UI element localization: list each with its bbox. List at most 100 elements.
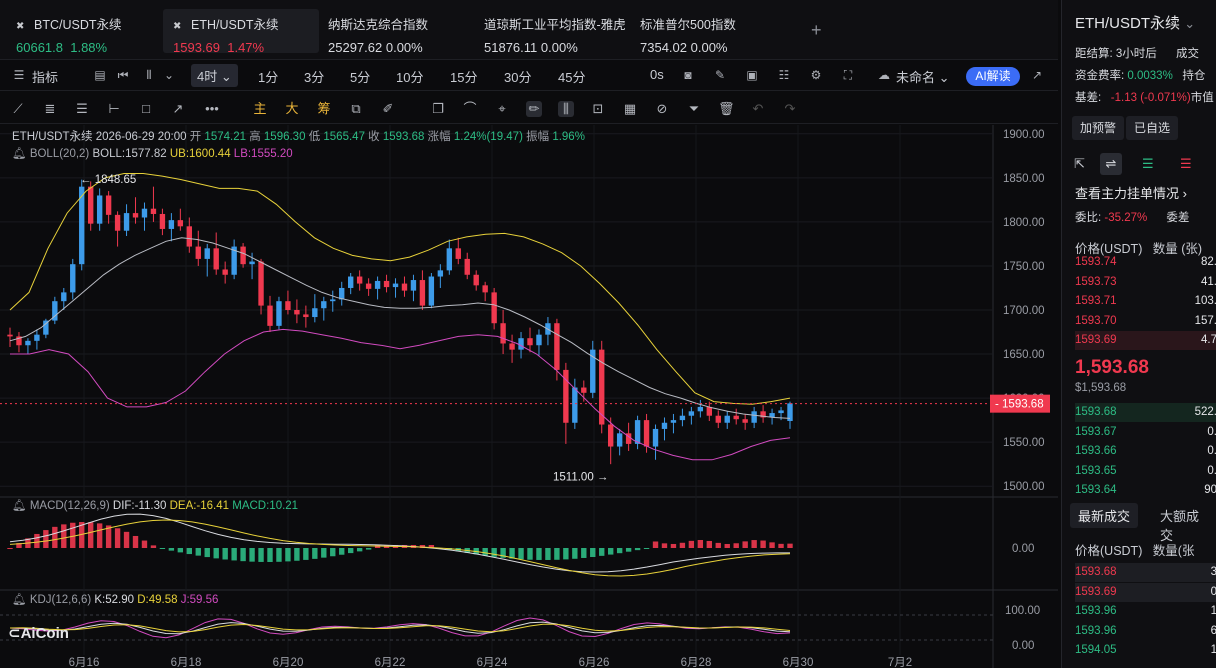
ask-row[interactable]: 1593.70 157.: [1075, 312, 1216, 331]
add-alert-button[interactable]: 加预警: [1072, 116, 1125, 140]
chevron-down-icon[interactable]: ⌄: [1184, 16, 1195, 31]
layout-icon[interactable]: ☷: [777, 68, 791, 82]
fullscreen-icon[interactable]: ⛶: [841, 68, 855, 82]
orderbook-both-icon[interactable]: ⇌: [1100, 153, 1122, 175]
candle-icon[interactable]: ⫼: [558, 101, 574, 117]
ask-row[interactable]: 1593.74 82.: [1075, 253, 1216, 272]
macd-bar: [715, 542, 721, 548]
interval-15m[interactable]: 15分: [450, 67, 477, 86]
interval-10m[interactable]: 10分: [396, 67, 423, 86]
image-icon[interactable]: ▣: [745, 68, 759, 82]
orderbook-asks-icon[interactable]: ☰: [1180, 156, 1192, 172]
ask-row[interactable]: 1593.69 4.7: [1075, 331, 1216, 350]
orderbook-link[interactable]: 查看主力挂单情况 ›: [1075, 183, 1187, 202]
big-order-tool[interactable]: 大: [284, 101, 300, 117]
boll-legend[interactable]: 🔔︎ BOLL(20,2) BOLL:1577.82 UB:1600.44 LB…: [12, 146, 293, 160]
chevron-down-icon[interactable]: ⌄: [162, 68, 176, 82]
candle-body: [213, 248, 219, 270]
interval-5m[interactable]: 5分: [350, 67, 370, 86]
trade-row[interactable]: 1593.69 0: [1075, 582, 1216, 602]
horizontal-lines-icon[interactable]: ≣: [42, 101, 58, 117]
arrow-icon[interactable]: ↗: [170, 101, 186, 117]
tab-sp500[interactable]: 标准普尔500指数 7354.02 0.00%: [630, 9, 746, 55]
candle-type-icon[interactable]: ⫴: [142, 68, 156, 82]
rectangle-icon[interactable]: □: [138, 101, 154, 117]
row-qty: 6: [1155, 622, 1216, 641]
pin-icon[interactable]: ⌖: [494, 101, 510, 117]
indicator-icon[interactable]: ☰: [12, 68, 26, 82]
dots-icon[interactable]: •••: [204, 101, 220, 117]
row-price: 1593.96: [1075, 624, 1117, 637]
price-chart[interactable]: 1900.00 1850.00 1800.00 1750.00 1700.00 1650.…: [0, 125, 1058, 668]
lock-icon[interactable]: ⊡: [590, 101, 606, 117]
main-force-tool[interactable]: 主: [252, 101, 268, 117]
macd-bar: [563, 548, 569, 560]
settle-row: 距结算: 3小时后 成交: [1075, 45, 1199, 61]
export-icon[interactable]: ⇱: [1074, 156, 1085, 172]
ruler-icon[interactable]: ⌒: [462, 101, 478, 117]
candle-body: [25, 340, 31, 346]
tab-nasdaq[interactable]: 纳斯达克综合指数 25297.62 0.00%: [318, 9, 438, 55]
bid-row[interactable]: 1593.67 0.: [1075, 423, 1216, 442]
tab-btc[interactable]: ✖ BTC/USDT永续 60661.8 1.88%: [6, 9, 132, 55]
share-icon[interactable]: ↗: [1030, 68, 1044, 82]
interval-0s[interactable]: 0s: [650, 67, 664, 82]
bid-row[interactable]: 1593.65 0.: [1075, 462, 1216, 481]
redo-icon[interactable]: ↷: [782, 101, 798, 117]
candle-body: [733, 415, 739, 420]
interval-30m[interactable]: 30分: [504, 67, 531, 86]
trendline-icon[interactable]: ⟋: [10, 101, 26, 117]
link-icon[interactable]: ⊘: [654, 101, 670, 117]
brush-icon[interactable]: ✏: [526, 101, 542, 117]
time-tick-label: 6月24: [477, 657, 508, 668]
trade-row[interactable]: 1593.96 6: [1075, 622, 1216, 641]
pencil-icon[interactable]: ✎: [713, 68, 727, 82]
chip-tool[interactable]: 筹: [316, 101, 332, 117]
interval-45m[interactable]: 45分: [558, 67, 585, 86]
interval-3m[interactable]: 3分: [304, 67, 324, 86]
trade-row[interactable]: 1593.68 3: [1075, 563, 1216, 582]
macd-legend[interactable]: 🔔︎ MACD(12,26,9) DIF:-11.30 DEA:-16.41 M…: [12, 498, 298, 512]
trash-icon[interactable]: 🗑: [718, 101, 735, 117]
bid-row[interactable]: 1593.64 90: [1075, 481, 1216, 500]
orderbook-bids-icon[interactable]: ☰: [1142, 156, 1154, 172]
magnet-icon[interactable]: ⧉: [348, 101, 364, 117]
ask-row[interactable]: 1593.71 103.: [1075, 292, 1216, 311]
tab-latest-trades[interactable]: 最新成交: [1070, 503, 1139, 528]
bid-row[interactable]: 1593.68 522.: [1075, 403, 1216, 422]
replay-icon[interactable]: ⏮: [116, 68, 130, 82]
candle-body: [419, 280, 426, 306]
camera-icon[interactable]: ◙: [681, 68, 695, 82]
interval-1m[interactable]: 1分: [258, 67, 278, 86]
trade-row[interactable]: 1594.05 1: [1075, 641, 1216, 660]
ask-row[interactable]: 1593.73 41.: [1075, 273, 1216, 292]
calendar-icon[interactable]: ▤: [93, 68, 107, 82]
candle-body: [473, 274, 479, 286]
close-icon[interactable]: ✖: [16, 21, 28, 32]
indicator-button[interactable]: 指标: [32, 67, 58, 86]
filter-icon[interactable]: ⏷: [686, 101, 702, 117]
trade-row[interactable]: 1593.96 1: [1075, 602, 1216, 621]
settings-icon[interactable]: ⚙: [809, 68, 823, 82]
layout-name-dropdown[interactable]: 未命名 ⌄: [896, 67, 950, 86]
add-tab-icon[interactable]: +: [811, 20, 822, 41]
bell-icon[interactable]: 🔔︎: [12, 500, 27, 512]
interval-selector[interactable]: 4时 ⌄: [191, 64, 238, 87]
copy-icon[interactable]: ❐: [430, 101, 446, 117]
bell-icon[interactable]: 🔔︎: [12, 594, 27, 606]
undo-icon[interactable]: ↶: [750, 101, 766, 117]
horizontal-ray-icon[interactable]: ⊢: [106, 101, 122, 117]
bid-row[interactable]: 1593.66 0.: [1075, 442, 1216, 461]
favorite-button[interactable]: 已自选: [1126, 116, 1179, 140]
tab-eth[interactable]: ✖ ETH/USDT永续 1593.69 1.47%: [163, 9, 319, 55]
bell-icon[interactable]: 🔔︎: [12, 148, 27, 160]
chart-area[interactable]: 1900.00 1850.00 1800.00 1750.00 1700.00 1650.…: [0, 125, 1058, 668]
close-icon[interactable]: ✖: [173, 21, 185, 32]
kdj-legend[interactable]: 🔔︎ KDJ(12,6,6) K:52.90 D:49.58 J:59.56: [12, 592, 218, 606]
eraser-icon[interactable]: ✐: [380, 101, 396, 117]
note-icon[interactable]: ▦: [622, 101, 638, 117]
ai-interpret-button[interactable]: AI解读: [966, 67, 1020, 86]
parallel-channel-icon[interactable]: ☰: [74, 101, 90, 117]
chart-toolbar: ☰ 指标 ▤ ⏮ ⫴ ⌄ 4时 ⌄ 1分 3分 5分 10分 15分 30分 4…: [0, 61, 1058, 91]
tab-dow[interactable]: 道琼斯工业平均指数-雅虎 51876.11 0.00%: [474, 9, 636, 55]
